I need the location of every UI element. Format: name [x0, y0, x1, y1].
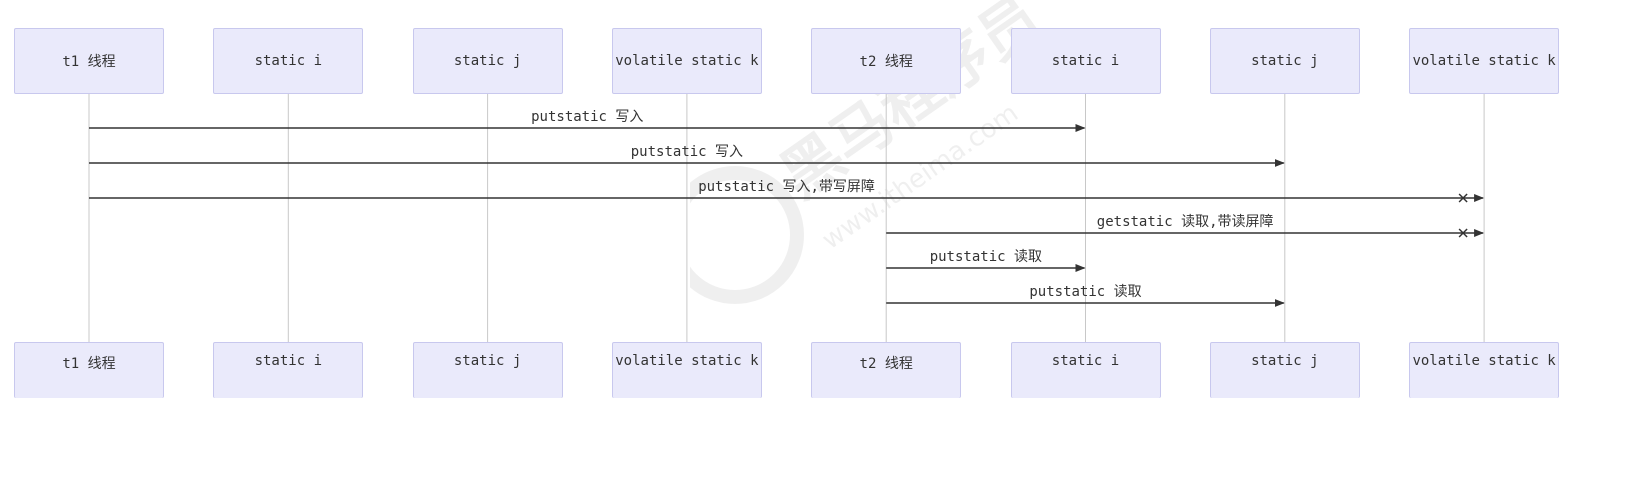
actor-bottom-2: static j — [412, 342, 563, 398]
actor-bottom-5: static i — [1010, 342, 1161, 398]
actor-top-6: static j — [1209, 28, 1360, 94]
actor-label: volatile static k — [1412, 353, 1556, 369]
message-label-3: getstatic 读取,带读屏障 — [1096, 214, 1274, 230]
actor-top-5: static i — [1010, 28, 1161, 94]
actor-bottom-1: static i — [213, 342, 364, 398]
message-label-2: putstatic 写入,带写屏障 — [698, 179, 875, 195]
actor-label: static i — [254, 353, 323, 369]
actor-label: static j — [1251, 53, 1319, 69]
actor-label: volatile static k — [615, 353, 759, 369]
message-label-5: putstatic 读取 — [1029, 284, 1142, 300]
message-label-1: putstatic 写入 — [630, 144, 744, 160]
message-label-4: putstatic 读取 — [929, 249, 1042, 265]
message-label-0: putstatic 写入 — [531, 109, 644, 125]
actor-bottom-4: t2 线程 — [811, 342, 962, 398]
actor-label: static i — [254, 53, 323, 69]
actor-label: static i — [1051, 53, 1120, 69]
actor-label: t1 线程 — [62, 54, 116, 70]
actor-label: t1 线程 — [62, 356, 116, 372]
actor-bottom-0: t1 线程 — [14, 342, 164, 398]
actor-label: volatile static k — [1412, 53, 1556, 69]
actor-bottom-6: static j — [1209, 342, 1360, 398]
actor-top-1: static i — [213, 28, 364, 94]
actor-label: static j — [453, 353, 522, 369]
actor-top-3: volatile static k — [611, 28, 762, 94]
actor-label: static j — [453, 53, 522, 69]
actor-label: static i — [1051, 353, 1120, 369]
sequence-diagram: 黑马程序员 www.itheima.com t1 线程 static i stati… — [0, 0, 1638, 487]
actor-bottom-7: volatile static k — [1409, 342, 1560, 398]
actor-top-0: t1 线程 — [14, 28, 164, 94]
actor-top-4: t2 线程 — [811, 28, 962, 94]
actor-label: volatile static k — [615, 53, 759, 69]
actor-label: t2 线程 — [859, 54, 913, 70]
actor-top-2: static j — [412, 28, 563, 94]
actor-bottom-3: volatile static k — [611, 342, 762, 398]
actor-label: static j — [1251, 353, 1319, 369]
actor-label: t2 线程 — [859, 356, 913, 372]
actor-top-7: volatile static k — [1409, 28, 1560, 94]
